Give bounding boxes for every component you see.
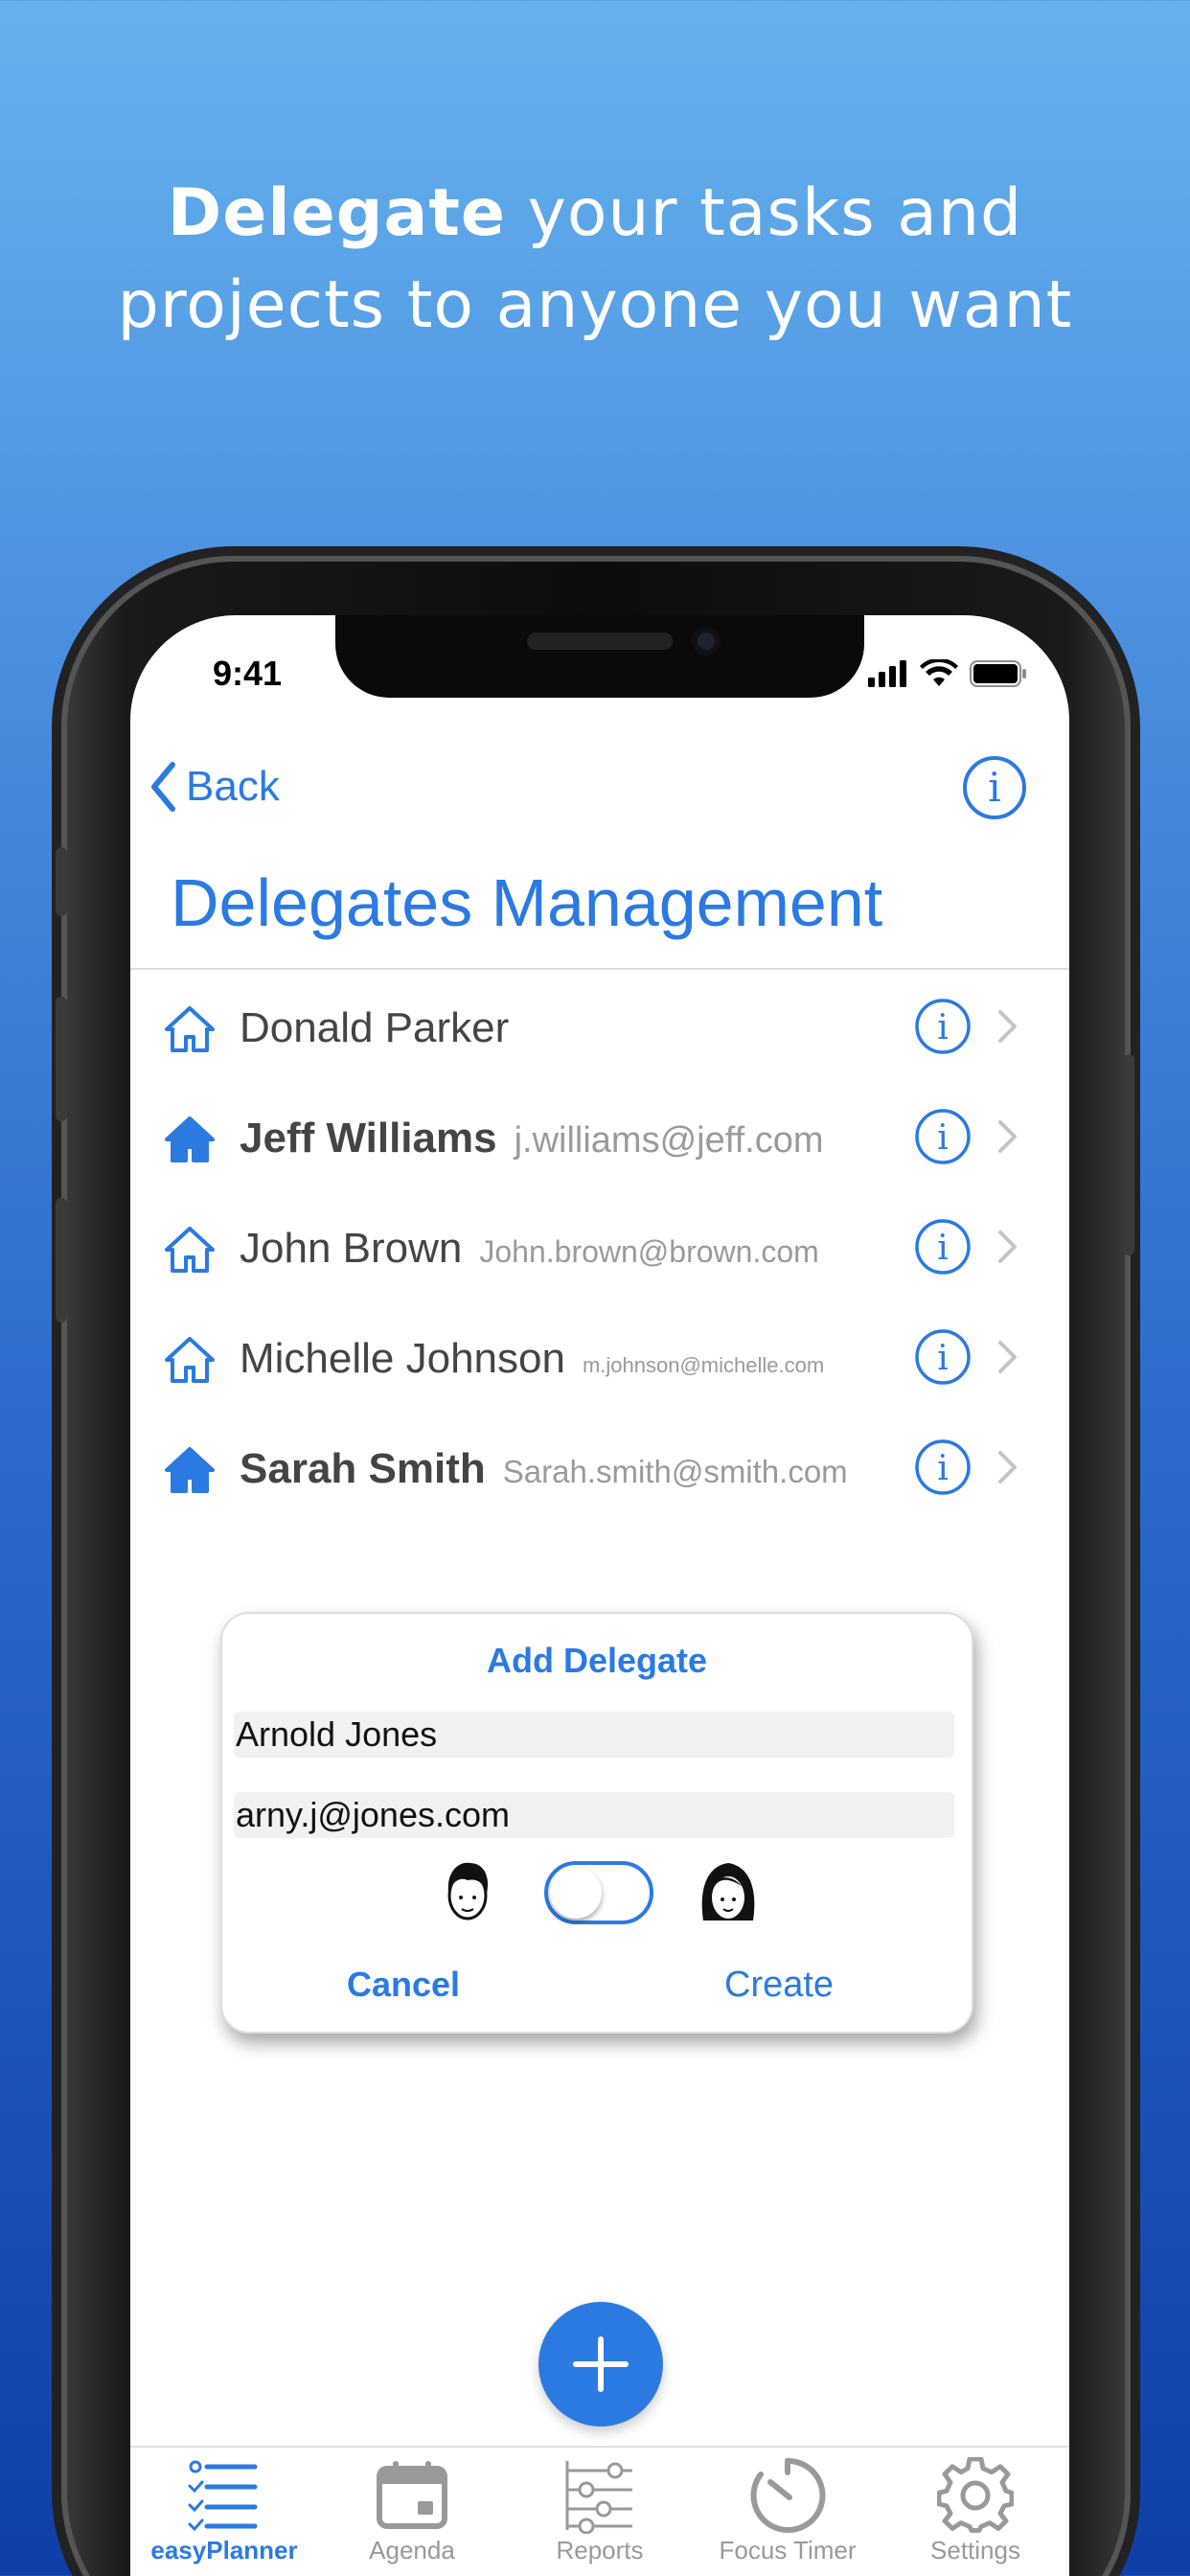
svg-text:i: i (937, 1449, 949, 1488)
home-icon (165, 1116, 215, 1162)
svg-text:i: i (937, 1118, 949, 1158)
chevron-right-icon (998, 1341, 1017, 1373)
svg-text:i: i (988, 764, 1000, 811)
gear-icon (937, 2457, 1014, 2533)
tab-agenda[interactable]: Agenda (318, 2457, 506, 2565)
chevron-right-icon (998, 1010, 1017, 1043)
delegate-row[interactable]: Michelle Johnson m.johnson@michelle.com i (130, 1302, 1069, 1413)
delegate-name-text: John Brown (240, 1225, 463, 1272)
info-button[interactable]: i (962, 755, 1027, 824)
headline-line-2: projects to anyone you want (117, 267, 1073, 343)
delegate-name-field[interactable] (234, 1712, 954, 1758)
plus-icon (573, 2336, 629, 2392)
signal-icon (868, 660, 906, 687)
app-screen: 9:41 Back i Delegates Management Donald … (130, 615, 1069, 2576)
timer-icon (750, 2457, 826, 2533)
navigation-bar: Back i (130, 740, 1069, 836)
status-time: 9:41 (213, 654, 283, 693)
home-icon (165, 1337, 215, 1383)
svg-text:i: i (937, 1008, 949, 1047)
delegate-name-text: Donald Parker (240, 1004, 510, 1051)
notch (335, 615, 864, 698)
delegates-list: Donald Parker i Jeff Williams j.williams@je… (130, 972, 1069, 1523)
delegate-email: m.johnson@michelle.com (582, 1353, 825, 1377)
tab-reports[interactable]: Reports (506, 2457, 694, 2565)
tab-label: Settings (930, 2536, 1020, 2564)
chevron-left-icon (151, 762, 175, 812)
info-icon: i (963, 756, 1026, 819)
headline-line1-rest: your tasks and (505, 175, 1023, 251)
home-icon (165, 1006, 215, 1052)
chevron-right-icon (998, 1451, 1017, 1484)
tab-focus-timer[interactable]: Focus Timer (694, 2457, 881, 2565)
back-label: Back (186, 763, 280, 810)
delegate-row[interactable]: Jeff Williams j.williams@jeff.com i (130, 1082, 1069, 1192)
status-icons (868, 659, 1027, 688)
tab-label: Agenda (369, 2536, 455, 2564)
toggle-knob (550, 1867, 602, 1919)
battery-icon (970, 660, 1026, 687)
home-icon (165, 1227, 215, 1273)
svg-text:i: i (937, 1339, 949, 1378)
tab-label: easyPlanner (150, 2536, 298, 2564)
gender-toggle[interactable] (544, 1861, 653, 1924)
chevron-right-icon (998, 1120, 1017, 1153)
tab-label: Focus Timer (719, 2536, 857, 2564)
back-button[interactable]: Back (149, 761, 280, 813)
sliders-icon (565, 2461, 632, 2534)
gender-selector (222, 1853, 972, 1930)
tab-easyplanner[interactable]: easyPlanner (130, 2457, 318, 2565)
delegate-name: John Brown John.brown@brown.com (240, 1225, 819, 1273)
phone-power-button (1123, 1054, 1134, 1255)
delegate-name: Sarah Smith Sarah.smith@smith.com (240, 1445, 848, 1493)
tab-bar: easyPlanner Agenda Reports Focus Timer S… (130, 2446, 1069, 2576)
delegate-name: Jeff Williams j.williams@jeff.com (240, 1115, 824, 1162)
info-icon[interactable]: i (914, 1108, 972, 1165)
info-icon[interactable]: i (914, 1328, 972, 1386)
delegate-email: Sarah.smith@smith.com (502, 1454, 848, 1489)
add-button[interactable] (538, 2302, 663, 2426)
delegate-email-field[interactable] (234, 1792, 954, 1838)
phone-volume-up (56, 997, 67, 1121)
delegate-name-text: Sarah Smith (240, 1445, 486, 1492)
headline: Delegate your tasks and projects to anyo… (0, 168, 1190, 352)
dialog-title: Add Delegate (486, 1641, 708, 1680)
create-button[interactable]: Create (724, 1965, 834, 2006)
female-face-icon (701, 1863, 755, 1920)
delegate-row[interactable]: Donald Parker i (130, 972, 1069, 1082)
phone-silent-switch (56, 847, 67, 916)
info-icon[interactable]: i (914, 998, 972, 1055)
delegate-name-text: Jeff Williams (240, 1115, 497, 1162)
headline-line-1: Delegate your tasks and (0, 168, 1190, 260)
tab-label: Reports (556, 2536, 644, 2564)
delegate-email: j.williams@jeff.com (514, 1120, 824, 1161)
delegate-row[interactable]: Sarah Smith Sarah.smith@smith.com i (130, 1413, 1069, 1523)
info-icon[interactable]: i (914, 1438, 972, 1496)
delegate-name-text: Michelle Johnson (240, 1335, 565, 1382)
home-icon (165, 1447, 215, 1493)
tab-settings[interactable]: Settings (881, 2457, 1069, 2565)
delegate-name: Donald Parker (240, 1004, 526, 1052)
wifi-icon (920, 659, 958, 686)
male-face-icon (447, 1862, 489, 1920)
delegate-row[interactable]: John Brown John.brown@brown.com i (130, 1192, 1069, 1302)
chevron-right-icon (998, 1230, 1017, 1263)
page-title: Delegates Management (171, 865, 883, 940)
cancel-button[interactable]: Cancel (347, 1965, 460, 2005)
calendar-icon (377, 2461, 447, 2529)
svg-text:i: i (937, 1229, 949, 1268)
delegate-name: Michelle Johnson m.johnson@michelle.com (240, 1335, 824, 1383)
list-check-icon (188, 2460, 258, 2532)
headline-bold: Delegate (167, 175, 506, 251)
speaker (527, 632, 673, 650)
phone-volume-down (56, 1198, 67, 1322)
front-camera (692, 627, 721, 656)
info-icon[interactable]: i (914, 1218, 972, 1276)
delegate-email: John.brown@brown.com (479, 1234, 819, 1269)
title-divider (130, 968, 1069, 970)
add-delegate-dialog: Add Delegate Cancel Create (220, 1612, 973, 2034)
